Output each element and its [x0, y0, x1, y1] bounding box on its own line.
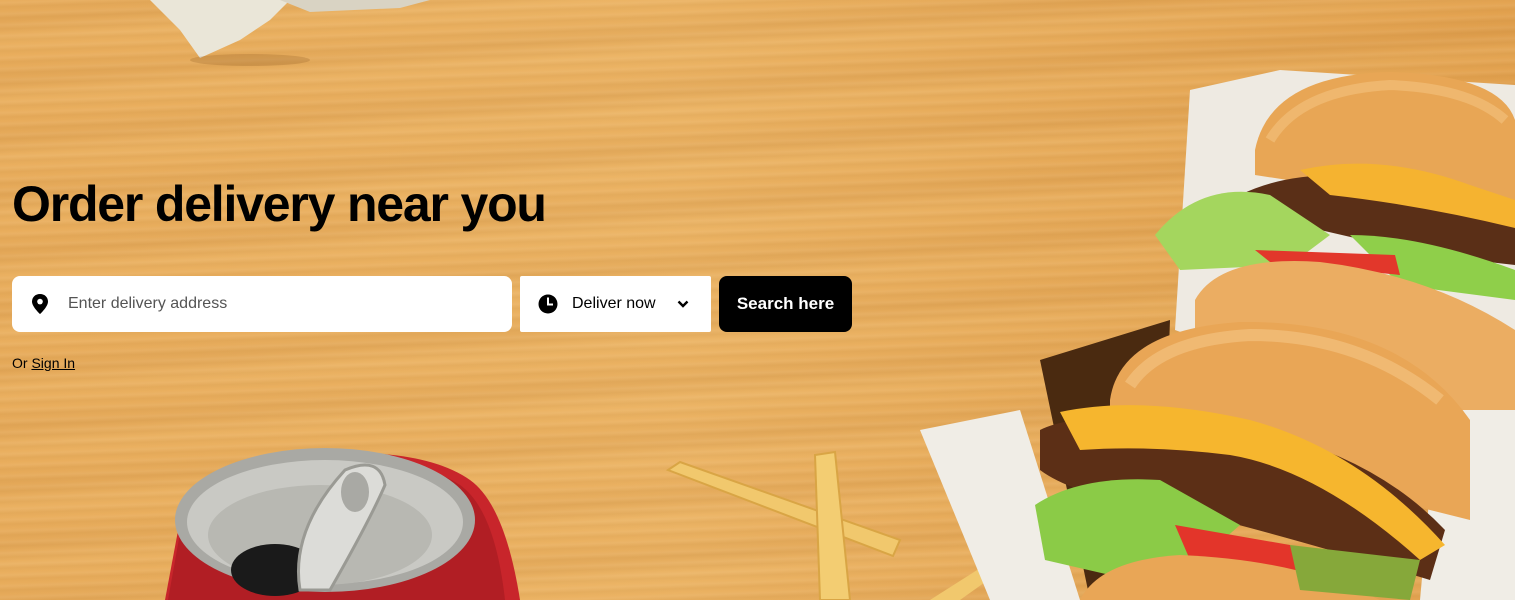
clock-icon [538, 294, 558, 314]
signin-link[interactable]: Sign In [31, 355, 75, 371]
address-input[interactable] [68, 284, 468, 324]
signin-prompt: Or Sign In [12, 355, 75, 371]
soda-can [165, 448, 520, 600]
address-field[interactable] [12, 276, 512, 332]
chevron-down-icon [676, 297, 690, 311]
deliver-time-dropdown[interactable]: Deliver now [520, 276, 711, 332]
search-button[interactable]: Search here [719, 276, 852, 332]
deliver-time-label: Deliver now [572, 295, 656, 312]
delivery-search-form: Deliver now Search here [12, 276, 852, 332]
signin-prefix: Or [12, 355, 28, 371]
page-title: Order delivery near you [12, 176, 547, 232]
food-wrapper-scrap [150, 0, 430, 66]
location-pin-icon [30, 294, 50, 314]
